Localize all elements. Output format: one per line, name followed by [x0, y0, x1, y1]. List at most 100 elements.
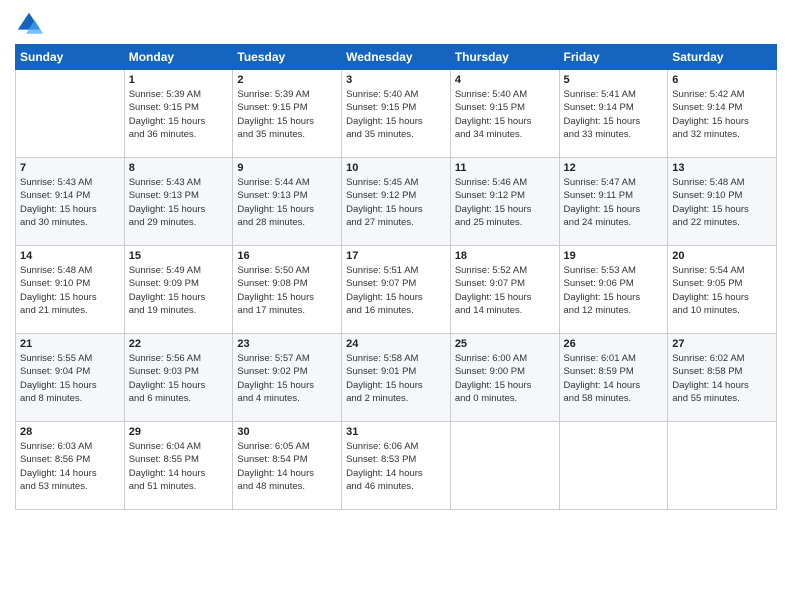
- calendar-cell: 10Sunrise: 5:45 AMSunset: 9:12 PMDayligh…: [342, 158, 451, 246]
- day-info: Sunrise: 5:49 AMSunset: 9:09 PMDaylight:…: [129, 264, 229, 317]
- header: [15, 10, 777, 38]
- calendar-cell: 11 Sunrise: 5:46 AMSunset: 9:12 PMDayligh…: [450, 158, 559, 246]
- day-number: 31: [346, 426, 446, 438]
- calendar-cell: 28 Sunrise: 6:03 AMSunset: 8:56 PMDayligh…: [16, 422, 125, 510]
- day-info: Sunrise: 5:42 AMSunset: 9:14 PMDaylight:…: [672, 88, 772, 141]
- calendar-cell: 7 Sunrise: 5:43 AMSunset: 9:14 PMDaylight…: [16, 158, 125, 246]
- day-info: Sunrise: 5:51 AMSunset: 9:07 PMDaylight:…: [346, 264, 446, 317]
- week-row-1: 1 Sunrise: 5:39 AMSunset: 9:15 PMDaylight…: [16, 70, 777, 158]
- day-number: 1: [129, 74, 229, 86]
- day-number: 26: [564, 338, 664, 350]
- calendar-cell: 21 Sunrise: 5:55 AMSunset: 9:04 PMDayligh…: [16, 334, 125, 422]
- header-row: SundayMondayTuesdayWednesdayThursdayFrid…: [16, 45, 777, 70]
- day-info: Sunrise: 6:04 AMSunset: 8:55 PMDaylight:…: [129, 440, 229, 493]
- calendar-cell: 13 Sunrise: 5:48 AMSunset: 9:10 PMDayligh…: [668, 158, 777, 246]
- day-info: Sunrise: 6:00 AMSunset: 9:00 PMDaylight:…: [455, 352, 555, 405]
- day-info: Sunrise: 5:55 AMSunset: 9:04 PMDaylight:…: [20, 352, 120, 405]
- calendar-cell: [559, 422, 668, 510]
- day-number: 25: [455, 338, 555, 350]
- calendar-cell: 5Sunrise: 5:41 AMSunset: 9:14 PMDaylight…: [559, 70, 668, 158]
- calendar-cell: 31 Sunrise: 6:06 AMSunset: 8:53 PMDayligh…: [342, 422, 451, 510]
- day-number: 15: [129, 250, 229, 262]
- day-info: Sunrise: 5:40 AMSunset: 9:15 PMDaylight:…: [346, 88, 446, 141]
- day-info: Sunrise: 5:52 AMSunset: 9:07 PMDaylight:…: [455, 264, 555, 317]
- col-header-monday: Monday: [124, 45, 233, 70]
- week-row-3: 14 Sunrise: 5:48 AMSunset: 9:10 PMDayligh…: [16, 246, 777, 334]
- calendar-cell: 6 Sunrise: 5:42 AMSunset: 9:14 PMDaylight…: [668, 70, 777, 158]
- day-number: 10: [346, 162, 446, 174]
- calendar-cell: 20 Sunrise: 5:54 AMSunset: 9:05 PMDayligh…: [668, 246, 777, 334]
- calendar-cell: [668, 422, 777, 510]
- calendar-table: SundayMondayTuesdayWednesdayThursdayFrid…: [15, 44, 777, 510]
- day-number: 19: [564, 250, 664, 262]
- day-info: Sunrise: 5:39 AMSunset: 9:15 PMDaylight:…: [237, 88, 337, 141]
- day-info: Sunrise: 5:50 AMSunset: 9:08 PMDaylight:…: [237, 264, 337, 317]
- col-header-sunday: Sunday: [16, 45, 125, 70]
- calendar-cell: 29Sunrise: 6:04 AMSunset: 8:55 PMDayligh…: [124, 422, 233, 510]
- calendar-cell: 19Sunrise: 5:53 AMSunset: 9:06 PMDayligh…: [559, 246, 668, 334]
- calendar-cell: 24 Sunrise: 5:58 AMSunset: 9:01 PMDayligh…: [342, 334, 451, 422]
- calendar-cell: 2 Sunrise: 5:39 AMSunset: 9:15 PMDaylight…: [233, 70, 342, 158]
- day-number: 11: [455, 162, 555, 174]
- day-number: 22: [129, 338, 229, 350]
- day-number: 24: [346, 338, 446, 350]
- week-row-2: 7 Sunrise: 5:43 AMSunset: 9:14 PMDaylight…: [16, 158, 777, 246]
- logo: [15, 10, 47, 38]
- calendar-cell: 17 Sunrise: 5:51 AMSunset: 9:07 PMDayligh…: [342, 246, 451, 334]
- day-number: 18: [455, 250, 555, 262]
- day-number: 2: [237, 74, 337, 86]
- day-info: Sunrise: 5:40 AMSunset: 9:15 PMDaylight:…: [455, 88, 555, 141]
- week-row-4: 21 Sunrise: 5:55 AMSunset: 9:04 PMDayligh…: [16, 334, 777, 422]
- day-info: Sunrise: 5:48 AMSunset: 9:10 PMDaylight:…: [20, 264, 120, 317]
- day-number: 7: [20, 162, 120, 174]
- day-number: 17: [346, 250, 446, 262]
- day-number: 30: [237, 426, 337, 438]
- day-number: 16: [237, 250, 337, 262]
- calendar-cell: 26 Sunrise: 6:01 AMSunset: 8:59 PMDayligh…: [559, 334, 668, 422]
- day-number: 20: [672, 250, 772, 262]
- logo-icon: [15, 10, 43, 38]
- calendar-cell: 14 Sunrise: 5:48 AMSunset: 9:10 PMDayligh…: [16, 246, 125, 334]
- day-number: 14: [20, 250, 120, 262]
- day-info: Sunrise: 5:47 AMSunset: 9:11 PMDaylight:…: [564, 176, 664, 229]
- col-header-friday: Friday: [559, 45, 668, 70]
- calendar-cell: 23Sunrise: 5:57 AMSunset: 9:02 PMDayligh…: [233, 334, 342, 422]
- day-number: 28: [20, 426, 120, 438]
- calendar-cell: 3 Sunrise: 5:40 AMSunset: 9:15 PMDaylight…: [342, 70, 451, 158]
- col-header-wednesday: Wednesday: [342, 45, 451, 70]
- day-number: 4: [455, 74, 555, 86]
- day-info: Sunrise: 5:46 AMSunset: 9:12 PMDaylight:…: [455, 176, 555, 229]
- calendar-cell: 1 Sunrise: 5:39 AMSunset: 9:15 PMDaylight…: [124, 70, 233, 158]
- day-number: 21: [20, 338, 120, 350]
- day-number: 12: [564, 162, 664, 174]
- calendar-cell: 4 Sunrise: 5:40 AMSunset: 9:15 PMDaylight…: [450, 70, 559, 158]
- day-info: Sunrise: 6:01 AMSunset: 8:59 PMDaylight:…: [564, 352, 664, 405]
- col-header-thursday: Thursday: [450, 45, 559, 70]
- day-info: Sunrise: 5:58 AMSunset: 9:01 PMDaylight:…: [346, 352, 446, 405]
- day-number: 8: [129, 162, 229, 174]
- day-info: Sunrise: 6:06 AMSunset: 8:53 PMDaylight:…: [346, 440, 446, 493]
- col-header-saturday: Saturday: [668, 45, 777, 70]
- day-info: Sunrise: 5:43 AMSunset: 9:13 PMDaylight:…: [129, 176, 229, 229]
- calendar-cell: 25 Sunrise: 6:00 AMSunset: 9:00 PMDayligh…: [450, 334, 559, 422]
- calendar-cell: 27Sunrise: 6:02 AMSunset: 8:58 PMDayligh…: [668, 334, 777, 422]
- day-number: 9: [237, 162, 337, 174]
- day-number: 13: [672, 162, 772, 174]
- day-number: 3: [346, 74, 446, 86]
- calendar-cell: 9Sunrise: 5:44 AMSunset: 9:13 PMDaylight…: [233, 158, 342, 246]
- calendar-cell: 12 Sunrise: 5:47 AMSunset: 9:11 PMDayligh…: [559, 158, 668, 246]
- day-info: Sunrise: 5:43 AMSunset: 9:14 PMDaylight:…: [20, 176, 120, 229]
- day-info: Sunrise: 6:02 AMSunset: 8:58 PMDaylight:…: [672, 352, 772, 405]
- calendar-cell: [16, 70, 125, 158]
- day-info: Sunrise: 5:48 AMSunset: 9:10 PMDaylight:…: [672, 176, 772, 229]
- day-info: Sunrise: 5:54 AMSunset: 9:05 PMDaylight:…: [672, 264, 772, 317]
- day-info: Sunrise: 5:56 AMSunset: 9:03 PMDaylight:…: [129, 352, 229, 405]
- calendar-cell: 16 Sunrise: 5:50 AMSunset: 9:08 PMDayligh…: [233, 246, 342, 334]
- calendar-cell: 22 Sunrise: 5:56 AMSunset: 9:03 PMDayligh…: [124, 334, 233, 422]
- day-number: 5: [564, 74, 664, 86]
- calendar-cell: 8 Sunrise: 5:43 AMSunset: 9:13 PMDaylight…: [124, 158, 233, 246]
- day-info: Sunrise: 6:03 AMSunset: 8:56 PMDaylight:…: [20, 440, 120, 493]
- day-number: 6: [672, 74, 772, 86]
- day-info: Sunrise: 5:39 AMSunset: 9:15 PMDaylight:…: [129, 88, 229, 141]
- calendar-cell: [450, 422, 559, 510]
